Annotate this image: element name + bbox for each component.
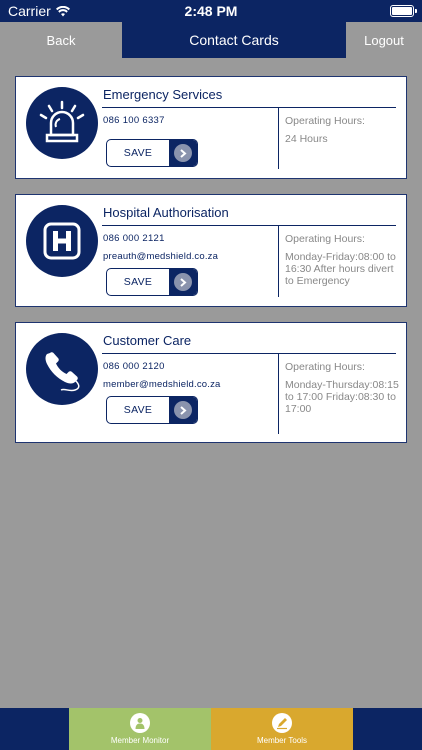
card-phone[interactable]: 086 000 2120 <box>103 361 165 372</box>
card-divider-vertical <box>278 107 279 169</box>
battery-icon <box>390 5 417 17</box>
contact-card-hospital: Hospital Authorisation 086 000 2121 prea… <box>15 194 407 307</box>
back-button[interactable]: Back <box>0 22 122 58</box>
clock: 2:48 PM <box>184 3 238 19</box>
tab-label: Member Tools <box>256 736 308 745</box>
contact-card-emergency: Emergency Services 086 100 6337 Operatin… <box>15 76 407 179</box>
tab-bar: Member Monitor Member Tools <box>0 708 422 750</box>
member-monitor-icon <box>130 713 150 733</box>
hospital-icon <box>26 205 98 277</box>
card-divider-vertical <box>278 353 279 434</box>
hours-label: Operating Hours: <box>285 115 365 127</box>
chevron-right-icon <box>174 273 192 291</box>
hours-text: 24 Hours <box>285 133 328 145</box>
save-button[interactable]: SAVE <box>106 268 198 296</box>
card-title: Emergency Services <box>103 87 223 102</box>
card-email[interactable]: preauth@medshield.co.za <box>103 251 218 262</box>
telephone-icon <box>26 333 98 405</box>
contact-card-customer-care: Customer Care 086 000 2120 member@medshi… <box>15 322 407 443</box>
pencil-icon <box>272 713 292 733</box>
tab-member-tools[interactable]: Member Tools <box>211 708 353 750</box>
hours-label: Operating Hours: <box>285 361 365 373</box>
card-divider <box>102 225 396 226</box>
card-title: Hospital Authorisation <box>103 205 229 220</box>
save-button-label: SAVE <box>123 404 153 416</box>
page-title: Contact Cards <box>189 32 279 48</box>
nav-bar: Back Contact Cards Logout <box>0 22 422 58</box>
hours-text: Monday-Thursday:08:15 to 17:00 Friday:08… <box>285 379 399 415</box>
hours-label: Operating Hours: <box>285 233 365 245</box>
chevron-right-icon <box>174 144 192 162</box>
save-button[interactable]: SAVE <box>106 139 198 167</box>
card-divider <box>102 353 396 354</box>
logout-button[interactable]: Logout <box>346 22 422 58</box>
save-button-label: SAVE <box>123 276 153 288</box>
chevron-right-icon <box>174 401 192 419</box>
tab-member-monitor[interactable]: Member Monitor <box>69 708 211 750</box>
card-email[interactable]: member@medshield.co.za <box>103 379 221 390</box>
card-title: Customer Care <box>103 333 192 348</box>
save-button[interactable]: SAVE <box>106 396 198 424</box>
status-bar: Carrier 2:48 PM <box>0 0 422 22</box>
card-phone[interactable]: 086 000 2121 <box>103 233 165 244</box>
card-phone[interactable]: 086 100 6337 <box>103 115 165 126</box>
hours-text: Monday-Friday:08:00 to 16:30 After hours… <box>285 251 396 287</box>
save-button-label: SAVE <box>123 147 153 159</box>
card-divider <box>102 107 396 108</box>
tab-label: Member Monitor <box>110 736 170 745</box>
card-divider-vertical <box>278 225 279 297</box>
siren-icon <box>26 87 98 159</box>
